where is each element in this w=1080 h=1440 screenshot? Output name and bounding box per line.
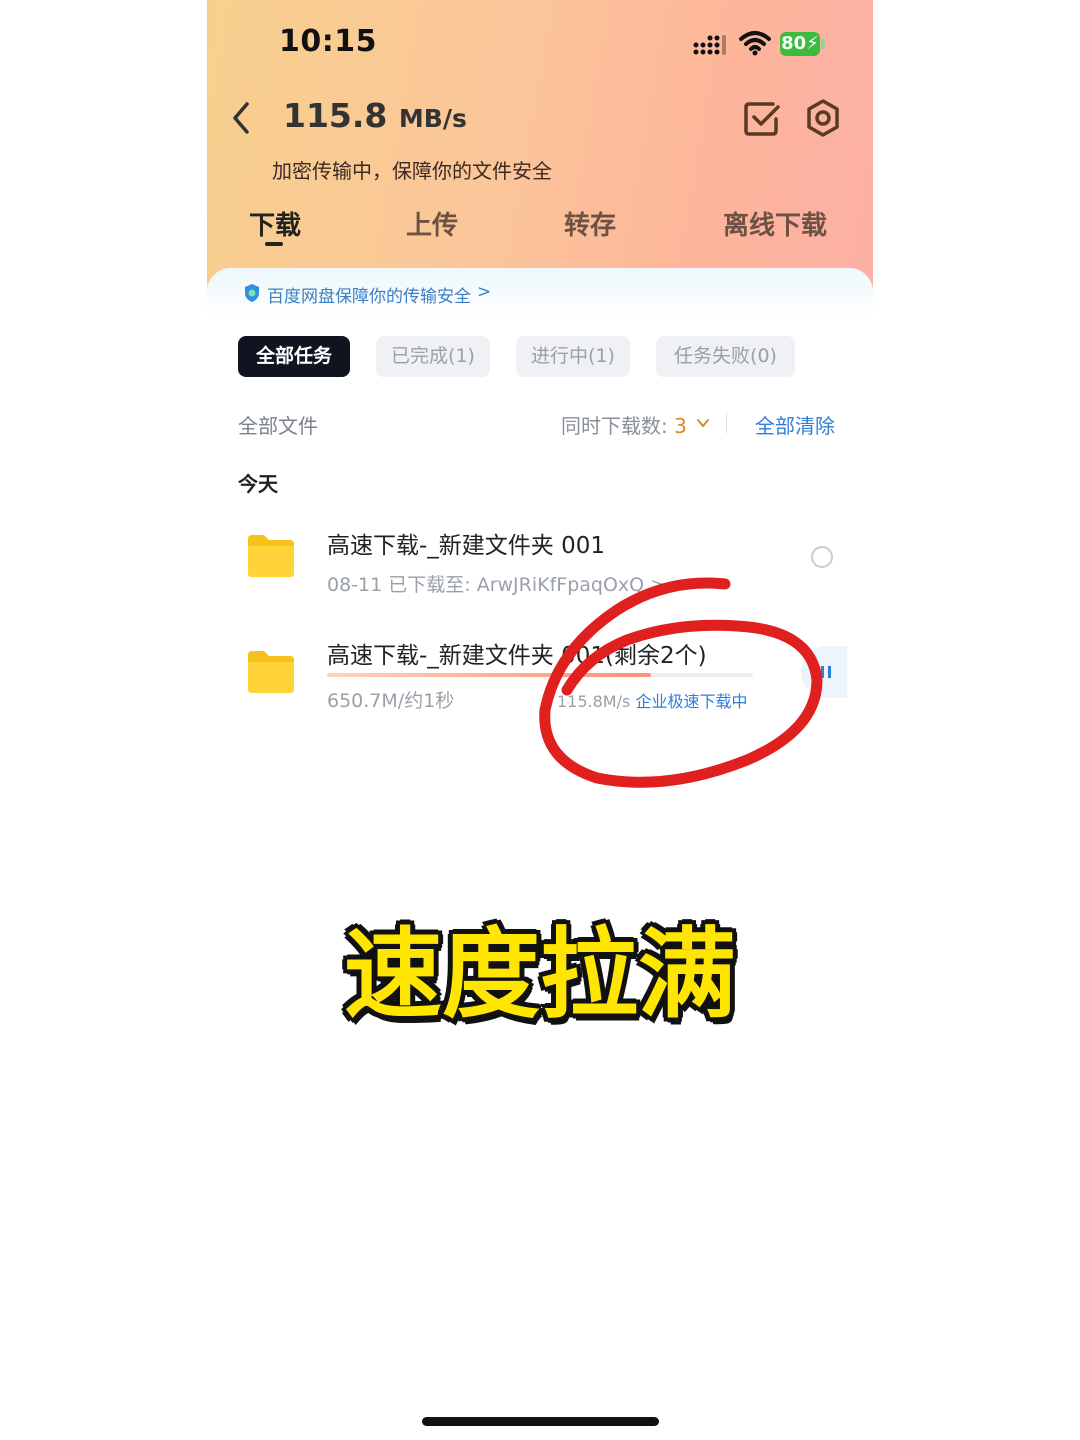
speed-unit: MB/s [398,104,467,133]
filter-completed[interactable]: 已完成(1) [376,336,490,377]
task-meta: 650.7M/约1秒 [327,690,455,712]
pause-icon [821,666,824,678]
download-speed: 115.8M/s [557,692,631,711]
task-select-radio[interactable] [811,546,833,568]
task-name[interactable]: 高速下载-_新建文件夹 001(剩余2个) [327,636,707,670]
signal-icon [693,35,726,55]
task-name[interactable]: 高速下载-_新建文件夹 001 [327,526,605,560]
home-indicator[interactable] [422,1417,659,1426]
folder-icon [248,535,294,577]
battery-level: 80 [781,33,807,54]
overlay-caption: 速度拉满 [343,918,736,1032]
wifi-icon [739,31,771,56]
filter-all-tasks[interactable]: 全部任务 [238,336,350,377]
tab-transfer-save[interactable]: 转存 [564,205,616,242]
clear-all-button[interactable]: 全部清除 [755,410,835,439]
filter-failed[interactable]: 任务失败(0) [656,336,795,377]
task-meta[interactable]: 08-11 已下载至: ArwJRiKfFpaqOxQ > [327,570,666,597]
tab-download[interactable]: 下载 [249,205,301,242]
charging-bolt-icon: ⚡ [806,33,819,54]
download-rate: 115.8M/s 企业极速下载中 [557,688,747,712]
download-progress-fill [327,673,651,677]
toolbar-divider [726,413,727,433]
all-files-label[interactable]: 全部文件 [238,410,318,439]
pause-button[interactable] [801,646,847,698]
concurrent-label: 同时下载数: [561,414,668,438]
concurrent-downloads-selector[interactable]: 同时下载数: 3 [561,410,687,439]
speed-value: 115.8 [283,96,388,135]
transfer-speed: 115.8 MB/s [283,96,467,135]
filter-in-progress[interactable]: 进行中(1) [516,336,630,377]
pause-icon [828,666,831,678]
tab-upload[interactable]: 上传 [406,205,458,242]
security-notice-text[interactable]: 百度网盘保障你的传输安全 [267,282,471,307]
battery-icon: 80⚡ [780,32,820,56]
tab-active-indicator [265,242,283,246]
phone-screen: 10:15 80⚡ 115.8 MB/s 加密传输中，保障你的文件安全 下载 上… [207,0,873,1440]
chevron-right-icon: > [477,282,492,302]
content-card [207,268,873,1440]
chevron-down-icon[interactable] [696,416,710,430]
enterprise-speed-label: 企业极速下载中 [635,692,748,711]
tab-offline-download[interactable]: 离线下载 [723,205,827,242]
folder-icon [248,651,294,693]
status-time: 10:15 [279,24,377,59]
section-header-today: 今天 [238,472,278,496]
back-icon[interactable] [227,98,255,138]
concurrent-value: 3 [674,414,687,438]
select-check-icon[interactable] [743,99,781,137]
shield-icon [245,284,259,302]
encryption-subtitle: 加密传输中，保障你的文件安全 [272,159,552,183]
settings-gear-icon[interactable] [804,99,842,137]
battery-tip [821,39,825,49]
